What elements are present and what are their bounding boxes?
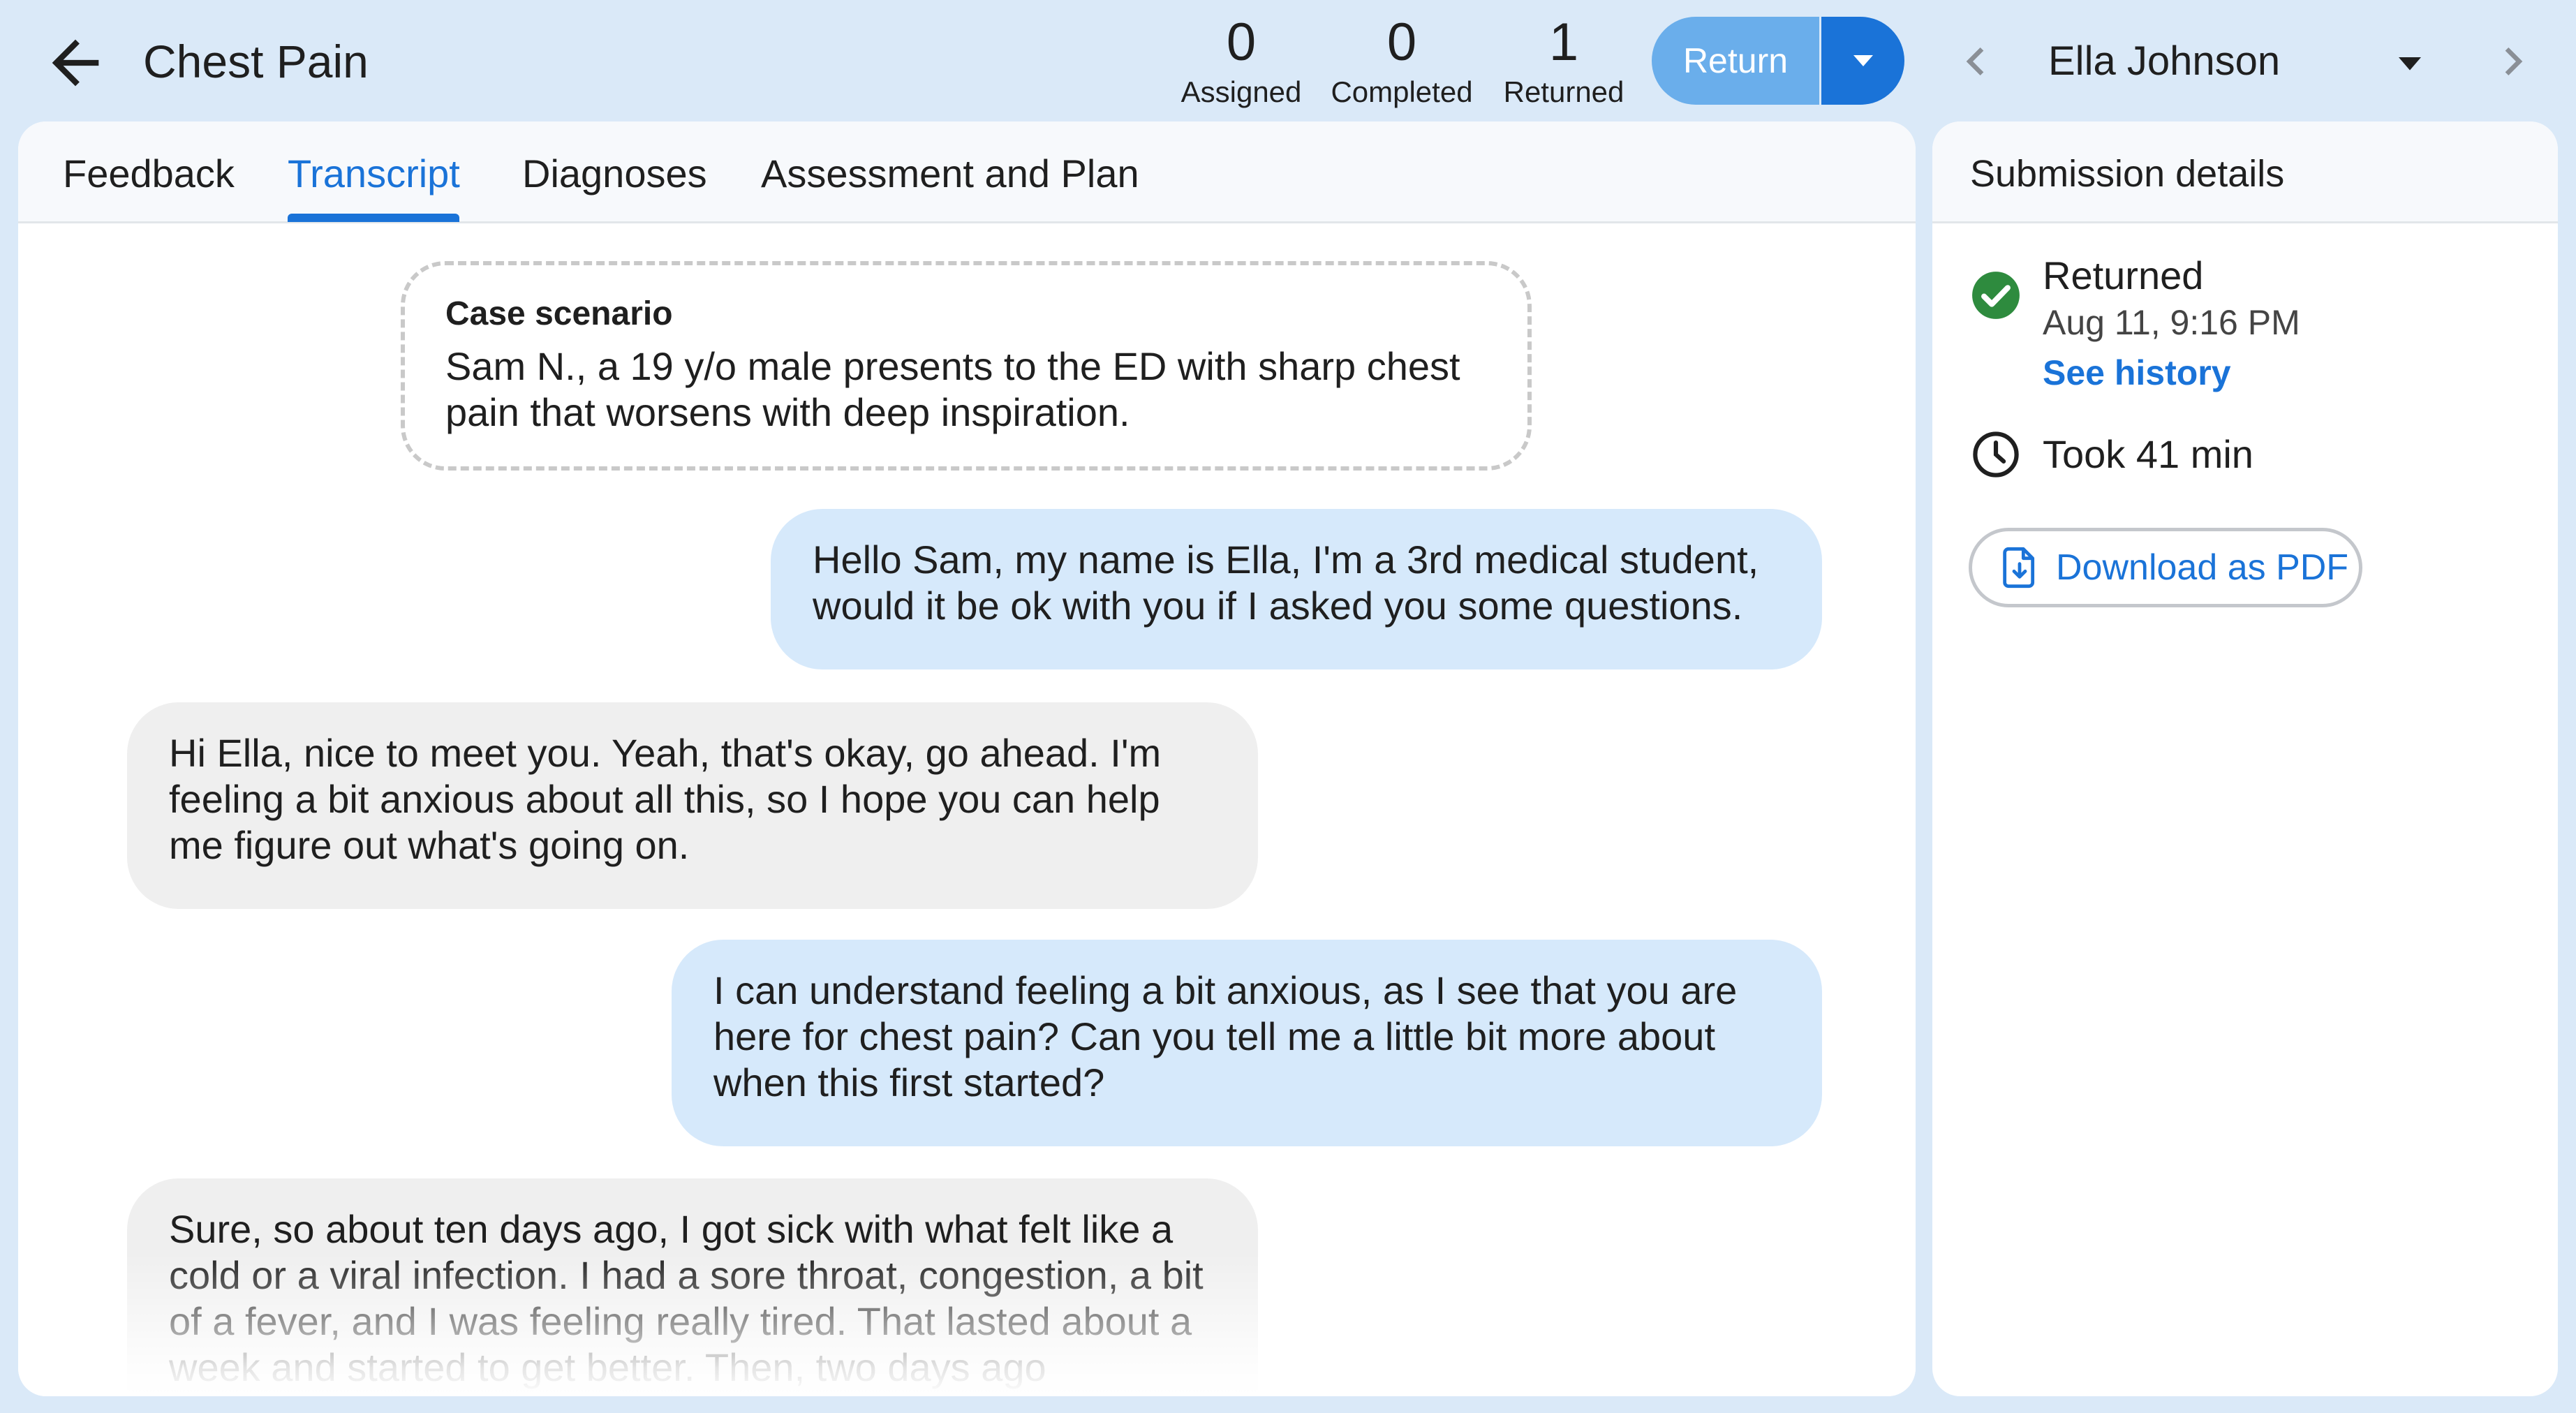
submission-date: Aug 11, 9:16 PM xyxy=(2043,303,2300,342)
see-history-link[interactable]: See history xyxy=(2043,350,2231,395)
download-pdf-label: Download as PDF xyxy=(2056,547,2349,588)
caret-down-icon[interactable] xyxy=(2388,40,2432,85)
transcript-panel: Feedback Transcript Diagnoses Assessment… xyxy=(18,121,1916,1396)
completed-count: 0 xyxy=(1386,13,1417,72)
student-message: Hello Sam, my name is Ella, I'm a 3rd me… xyxy=(771,509,1822,669)
return-menu-button[interactable] xyxy=(1821,17,1904,105)
tab-feedback[interactable]: Feedback xyxy=(63,149,235,198)
return-button[interactable]: Return xyxy=(1652,17,1819,105)
tab-diagnoses[interactable]: Diagnoses xyxy=(522,149,707,198)
student-selector[interactable]: Ella Johnson xyxy=(2048,35,2280,88)
patient-message: Hi Ella, nice to meet you. Yeah, that's … xyxy=(127,702,1258,909)
submission-status: Returned xyxy=(2043,253,2204,297)
assigned-label: Assigned xyxy=(1180,75,1302,108)
case-scenario-text: Sam N., a 19 y/o male presents to the ED… xyxy=(445,344,1460,434)
tab-transcript[interactable]: Transcript xyxy=(288,149,460,198)
download-pdf-button[interactable]: Download as PDF xyxy=(1969,528,2362,607)
page-title: Chest Pain xyxy=(143,36,369,87)
active-tab-indicator xyxy=(288,214,459,222)
submission-details-header: Submission details xyxy=(1932,121,2558,223)
clock-icon xyxy=(1973,431,2019,478)
scroll-fade-overlay xyxy=(18,1252,1916,1396)
assigned-counter: 0 Assigned xyxy=(1171,11,1311,110)
returned-counter: 1 Returned xyxy=(1494,11,1634,110)
tab-assessment-and-plan[interactable]: Assessment and Plan xyxy=(761,149,1139,198)
returned-label: Returned xyxy=(1503,75,1624,108)
completed-counter: 0 Completed xyxy=(1326,11,1477,110)
duration-text: Took 41 min xyxy=(2043,432,2253,476)
case-scenario-label: Case scenario xyxy=(445,295,673,332)
arrow-left-icon xyxy=(52,39,99,87)
returned-count: 1 xyxy=(1548,13,1579,72)
return-split-button: Return xyxy=(1652,17,1904,105)
file-download-icon xyxy=(2003,547,2035,589)
submission-details-title: Submission details xyxy=(1970,153,2285,195)
chevron-right-icon[interactable] xyxy=(2485,34,2541,89)
tab-bar: Feedback Transcript Diagnoses Assessment… xyxy=(18,121,1916,223)
student-message: I can understand feeling a bit anxious, … xyxy=(672,940,1822,1146)
caret-down-icon xyxy=(1853,55,1873,66)
back-button[interactable] xyxy=(40,28,110,98)
check-circle-icon xyxy=(1972,272,2020,319)
completed-label: Completed xyxy=(1331,75,1473,108)
submission-details-panel: Submission details Returned Aug 11, 9:16… xyxy=(1932,121,2558,1396)
assigned-count: 0 xyxy=(1226,13,1257,72)
case-scenario-card: Case scenario Sam N., a 19 y/o male pres… xyxy=(401,261,1532,471)
chevron-left-icon[interactable] xyxy=(1948,34,2004,89)
